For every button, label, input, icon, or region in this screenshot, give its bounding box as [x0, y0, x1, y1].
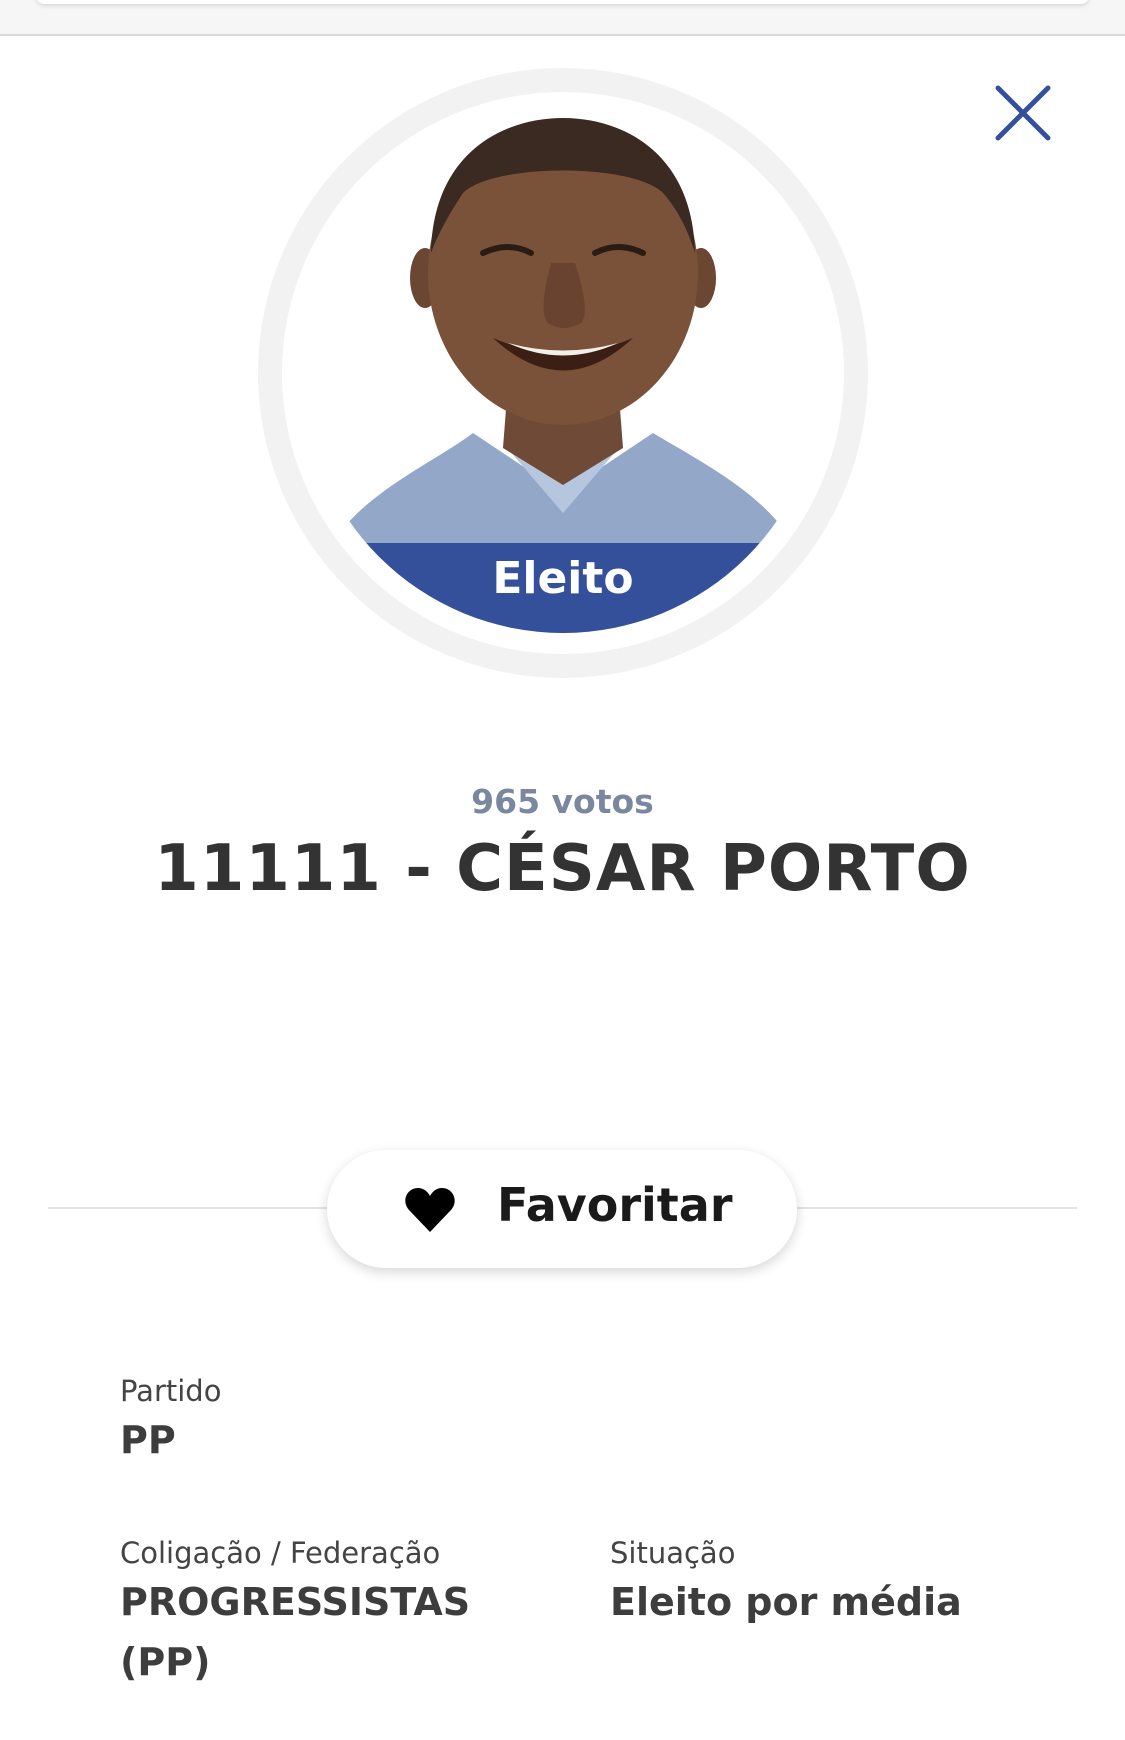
- status-label: Situação: [610, 1536, 736, 1570]
- top-bar: [0, 0, 1125, 36]
- close-icon: [995, 85, 1051, 141]
- heart-icon: [405, 1188, 455, 1232]
- address-bar[interactable]: [36, 0, 1089, 4]
- party-label: Partido: [120, 1374, 222, 1408]
- candidate-title: 11111 - CÉSAR PORTO: [154, 832, 971, 906]
- coalition-value-line1: PROGRESSISTAS: [120, 1580, 471, 1624]
- candidate-photo: Eleito: [303, 113, 823, 633]
- status-badge: Eleito: [303, 543, 823, 633]
- coalition-label: Coligação / Federação: [120, 1536, 441, 1570]
- coalition-value-line2: (PP): [120, 1640, 211, 1684]
- party-value: PP: [120, 1418, 176, 1462]
- vote-count: 965 votos: [471, 782, 654, 821]
- favorite-button[interactable]: Favoritar: [327, 1150, 797, 1268]
- close-button[interactable]: [990, 80, 1056, 146]
- favorite-label: Favoritar: [497, 1178, 733, 1232]
- status-value: Eleito por média: [610, 1580, 962, 1624]
